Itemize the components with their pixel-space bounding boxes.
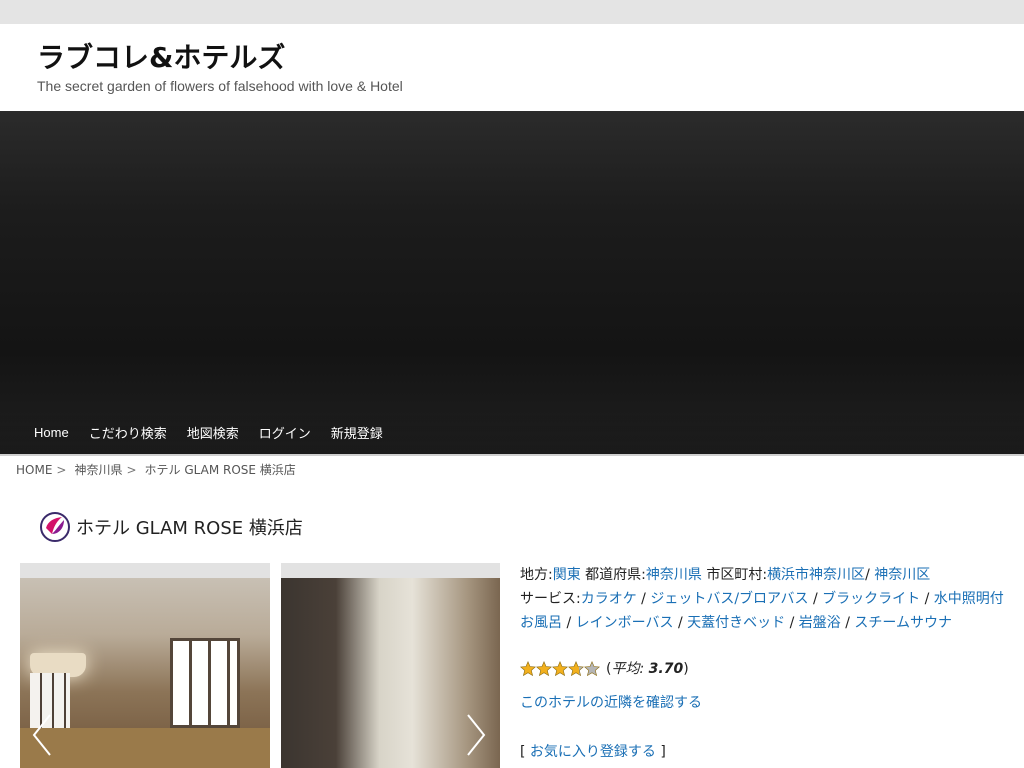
service-link[interactable]: カラオケ [581, 591, 637, 607]
service-separator: / [677, 615, 683, 631]
breadcrumb-home[interactable]: HOME [16, 463, 52, 477]
service-separator: / [641, 591, 646, 607]
star-icon[interactable] [552, 661, 568, 677]
region-link[interactable]: 関東 [553, 567, 581, 583]
site-tagline: The secret garden of flowers of falsehoo… [37, 78, 403, 94]
nav-home[interactable]: Home [34, 423, 69, 442]
nav-login[interactable]: ログイン [259, 421, 311, 444]
nav-map-search[interactable]: 地図検索 [187, 421, 239, 444]
gallery-prev-arrow[interactable] [30, 713, 54, 757]
room-photo-image [20, 578, 270, 768]
brand-logo-icon [40, 512, 70, 542]
add-favorite-link[interactable]: お気に入り登録する [530, 744, 656, 760]
hotel-title: ホテル GLAM ROSE 横浜店 [76, 518, 303, 539]
breadcrumb: HOME > 神奈川県 > ホテル GLAM ROSE 横浜店 [16, 461, 296, 478]
star-icon[interactable] [584, 661, 600, 677]
services-row: サービス:カラオケ / ジェットバス/ブロアバス / ブラックライト / 水中照… [520, 587, 1005, 635]
service-separator: / [845, 615, 850, 631]
city-label: 市区町村: [706, 567, 768, 583]
service-separator: / [812, 591, 818, 607]
top-bar [0, 0, 1024, 24]
service-link[interactable]: 岩盤浴 [799, 615, 841, 631]
service-separator: / [789, 615, 795, 631]
prefecture-label: 都道府県: [585, 567, 646, 583]
rating-text: (平均: 3.70) [606, 657, 689, 681]
service-link[interactable]: ジェットバス/ブロアバス [650, 591, 808, 607]
average-value: 3.70 [648, 661, 684, 677]
service-separator: / [924, 591, 930, 607]
star-rating[interactable] [520, 661, 600, 677]
bracket: ] [660, 744, 666, 760]
divider [0, 454, 1024, 456]
sofa [20, 728, 270, 768]
service-link[interactable]: スチームサウナ [854, 615, 952, 631]
photo-gallery [20, 563, 500, 768]
ward-link[interactable]: 神奈川区 [874, 567, 930, 583]
chevron-right-icon [467, 714, 486, 756]
header-banner [0, 111, 1024, 454]
window-decoration [170, 638, 240, 728]
favorite-row: [ お気に入り登録する ] [520, 740, 1005, 764]
hotel-photo[interactable] [20, 563, 270, 768]
hotel-heading: ホテル GLAM ROSE 横浜店 [40, 512, 303, 542]
breadcrumb-separator: > [126, 462, 137, 477]
nav-register[interactable]: 新規登録 [331, 421, 383, 444]
service-separator: / [566, 615, 572, 631]
site-header: ラブコレ&ホテルズ The secret garden of flowers o… [0, 24, 1024, 111]
star-icon[interactable] [568, 661, 584, 677]
breadcrumb-prefecture[interactable]: 神奈川県 [74, 461, 122, 478]
service-link[interactable]: ブラックライト [822, 591, 920, 607]
service-link[interactable]: レインボーバス [576, 615, 674, 631]
average-label: 平均: [611, 661, 645, 677]
bracket: [ [520, 744, 526, 760]
nearby-hotels-link[interactable]: このホテルの近隣を確認する [520, 691, 1005, 715]
service-link[interactable]: 天蓋付きベッド [687, 615, 785, 631]
rating-paren: ) [683, 661, 689, 677]
breadcrumb-current: ホテル GLAM ROSE 横浜店 [144, 463, 296, 477]
star-icon[interactable] [536, 661, 552, 677]
star-icon[interactable] [520, 661, 536, 677]
main-nav: Home こだわり検索 地図検索 ログイン 新規登録 [0, 410, 1024, 454]
gallery-next-arrow[interactable] [464, 713, 488, 757]
site-title[interactable]: ラブコレ&ホテルズ [37, 36, 285, 76]
breadcrumb-separator: > [56, 462, 67, 477]
prefecture-link[interactable]: 神奈川県 [646, 567, 702, 583]
city-separator: / [865, 567, 870, 583]
region-label: 地方: [520, 567, 553, 583]
nav-detailed-search[interactable]: こだわり検索 [89, 421, 167, 444]
chevron-left-icon [32, 714, 51, 756]
location-row: 地方:関東 都道府県:神奈川県 市区町村:横浜市神奈川区/ 神奈川区 [520, 563, 1005, 587]
city-link[interactable]: 横浜市神奈川区 [767, 567, 865, 583]
services-label: サービス: [520, 591, 581, 607]
rating-row: (平均: 3.70) [520, 657, 1005, 681]
hotel-info: 地方:関東 都道府県:神奈川県 市区町村:横浜市神奈川区/ 神奈川区 サービス:… [520, 563, 1005, 764]
